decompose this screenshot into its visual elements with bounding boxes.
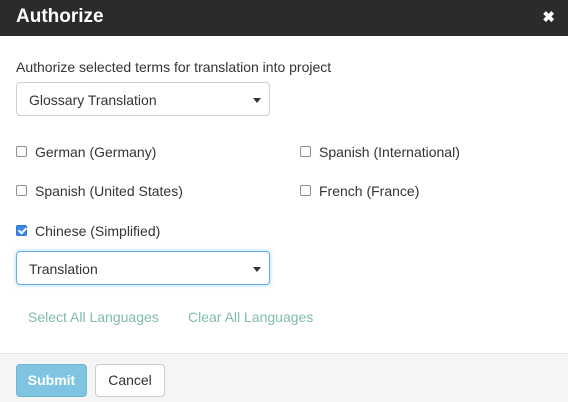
project-select-value: Glossary Translation (29, 92, 157, 108)
checkbox[interactable] (300, 146, 311, 157)
dialog-header: Authorize ✖ (0, 0, 568, 36)
checkbox[interactable] (300, 185, 311, 196)
checkbox[interactable] (16, 146, 27, 157)
language-label: German (Germany) (35, 144, 157, 160)
submit-button[interactable]: Submit (16, 364, 87, 397)
cancel-button[interactable]: Cancel (95, 364, 165, 397)
dialog-footer: Submit Cancel (0, 353, 568, 402)
workflow-select-value: Translation (29, 261, 98, 277)
checkbox[interactable] (16, 185, 27, 196)
caret-down-icon (253, 98, 261, 103)
authorize-prompt: Authorize selected terms for translation… (16, 59, 332, 75)
language-label: French (France) (319, 183, 420, 199)
checkbox-checked[interactable] (16, 225, 27, 236)
language-label: Spanish (International) (319, 144, 460, 160)
language-label: Chinese (Simplified) (35, 223, 161, 239)
caret-down-icon (253, 267, 261, 272)
clear-all-languages-link[interactable]: Clear All Languages (188, 309, 313, 325)
close-icon[interactable]: ✖ (542, 8, 555, 26)
dialog-title: Authorize (16, 6, 104, 27)
language-label: Spanish (United States) (35, 183, 183, 199)
project-select[interactable]: Glossary Translation (16, 82, 270, 116)
select-all-languages-link[interactable]: Select All Languages (28, 309, 159, 325)
workflow-select[interactable]: Translation (16, 251, 270, 285)
